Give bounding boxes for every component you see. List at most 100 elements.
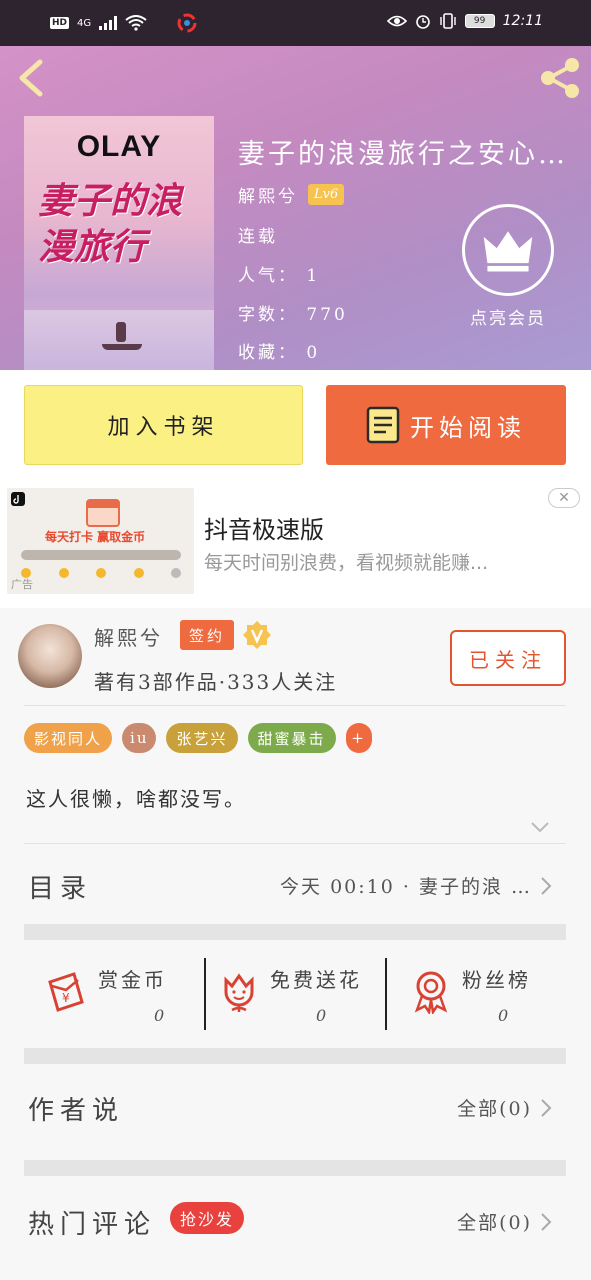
author-say-label: 作者说	[28, 1096, 125, 1126]
share-icon[interactable]	[537, 56, 583, 100]
status-left: HD 4G	[50, 13, 197, 33]
send-flower-label: 免费送花	[270, 968, 362, 992]
book-status: 连载	[238, 227, 278, 247]
fan-ranking-count: 0	[498, 1006, 509, 1025]
section-gap	[24, 1048, 566, 1064]
network-type: 4G	[77, 17, 92, 29]
ad-description[interactable]: 每天时间别浪费，看视频就能赚...	[204, 548, 544, 575]
author-say-row[interactable]: 作者说 全部(0)	[24, 1064, 566, 1154]
signal-icon	[99, 16, 118, 30]
app-notification-icon	[177, 13, 197, 33]
signed-badge: 签约	[180, 620, 234, 650]
stats-row: ¥ 赏金币 0 免费送花 0 粉丝榜 0	[24, 940, 566, 1048]
hot-comments-row[interactable]: 热门评论 抢沙发 全部(0)	[24, 1178, 566, 1268]
cover-title: 妻子的浪漫旅行	[38, 180, 183, 268]
hot-comments-all[interactable]: 全部(0)	[457, 1208, 552, 1235]
start-reading-button[interactable]: 开始阅读	[326, 385, 566, 465]
divider	[24, 705, 566, 706]
follow-button[interactable]: 已关注	[450, 630, 566, 686]
battery-icon: 99	[464, 14, 495, 28]
ad-image-dots	[21, 568, 181, 578]
clock: 12:11	[502, 13, 543, 29]
back-arrow-icon[interactable]	[14, 58, 48, 98]
red-envelope-icon: ¥	[48, 972, 84, 1012]
eye-icon	[386, 15, 407, 27]
hot-comments-label: 热门评论	[28, 1210, 157, 1240]
send-flower-button[interactable]: 免费送花 0	[216, 958, 386, 1032]
crown-icon[interactable]	[462, 204, 554, 296]
cover-boat	[102, 344, 142, 350]
start-reading-label: 开始阅读	[410, 413, 526, 442]
chevron-right-icon	[541, 1098, 552, 1117]
author-bio: 这人很懒，啥都没写。	[26, 787, 246, 811]
tag-item[interactable]: iu	[122, 723, 157, 753]
stat-divider	[204, 958, 206, 1030]
author-name[interactable]: 解熙兮	[94, 622, 163, 651]
stat-divider	[385, 958, 387, 1030]
cover-brand: OLAY	[76, 130, 162, 163]
fan-ranking-label: 粉丝榜	[462, 968, 531, 992]
author-works: 著有3部作品·333人关注	[94, 670, 338, 694]
first-comment-badge[interactable]: 抢沙发	[170, 1202, 245, 1234]
reward-coins-count: 0	[154, 1006, 165, 1025]
ad-image[interactable]: 每天打卡 赢取金币 广告	[7, 488, 194, 594]
ad-dot	[133, 568, 144, 578]
catalog-row[interactable]: 目录 今天 00:10 · 妻子的浪 …	[24, 846, 566, 926]
author-tags: 影视同人 iu 张艺兴 甜蜜暴击 +	[24, 723, 372, 753]
author-say-count: 全部(0)	[457, 1098, 532, 1120]
book-word-count: 字数： 770	[238, 305, 348, 325]
tiktok-icon	[11, 492, 25, 506]
action-bar: 加入书架 开始阅读	[0, 370, 591, 478]
calendar-icon	[86, 499, 120, 527]
ad-dot	[171, 568, 181, 578]
detail-section: 解熙兮 签约 著有3部作品·333人关注 已关注 影视同人 iu 张艺兴 甜蜜暴…	[0, 608, 591, 1280]
ad-banner[interactable]: 每天打卡 赢取金币 广告 抖音极速版 每天时间别浪费，看视频就能赚... ✕	[0, 478, 591, 608]
level-badge: Lv6	[308, 184, 345, 205]
hd-indicator: HD	[50, 17, 70, 29]
status-right: 99 12:11	[386, 13, 543, 29]
tag-item[interactable]: 张艺兴	[166, 723, 238, 753]
add-tag-button[interactable]: +	[345, 723, 372, 753]
chevron-down-icon[interactable]	[530, 820, 550, 834]
book-title: 妻子的浪漫旅行之安心…	[238, 139, 568, 170]
catalog-latest: 今天 00:10 · 妻子的浪 …	[280, 872, 552, 899]
section-gap	[24, 924, 566, 940]
chevron-right-icon	[541, 1212, 552, 1231]
verified-icon	[243, 621, 271, 649]
alarm-icon	[415, 15, 430, 29]
author-avatar[interactable]	[18, 624, 82, 688]
book-header: OLAY 妻子的浪漫旅行 妻子的浪漫旅行之安心… 解熙兮 Lv6 连载 人气： …	[0, 46, 591, 370]
chevron-right-icon	[541, 876, 552, 895]
wifi-icon	[125, 15, 147, 31]
ad-close-button[interactable]: ✕	[548, 488, 580, 508]
ad-title[interactable]: 抖音极速版	[204, 510, 324, 545]
add-to-shelf-button[interactable]: 加入书架	[24, 385, 303, 465]
divider	[24, 843, 566, 844]
vip-label[interactable]: 点亮会员	[452, 304, 564, 329]
book-icon	[366, 406, 400, 444]
ad-tag: 广告	[11, 578, 33, 591]
book-author[interactable]: 解熙兮	[238, 182, 298, 207]
medal-icon	[414, 971, 448, 1014]
fan-ranking-button[interactable]: 粉丝榜 0	[408, 958, 566, 1032]
reward-coins-label: 赏金币	[98, 968, 167, 992]
svg-text:¥: ¥	[62, 991, 70, 1005]
cover-couple	[116, 322, 126, 342]
latest-chapter: 今天 00:10 · 妻子的浪 …	[280, 876, 532, 898]
ad-image-banner: 每天打卡 赢取金币	[45, 530, 146, 544]
book-popularity: 人气： 1	[238, 266, 321, 286]
section-gap	[24, 1160, 566, 1176]
ad-dot	[96, 568, 106, 578]
book-cover[interactable]: OLAY 妻子的浪漫旅行	[24, 116, 214, 370]
ad-image-bar	[21, 550, 181, 560]
vibrate-icon	[439, 13, 456, 29]
author-say-all[interactable]: 全部(0)	[457, 1094, 552, 1121]
flower-icon	[224, 973, 254, 1012]
book-author-line: 解熙兮 Lv6	[238, 182, 345, 207]
send-flower-count: 0	[316, 1006, 327, 1025]
tag-item[interactable]: 影视同人	[24, 723, 113, 753]
hot-comments-count: 全部(0)	[457, 1212, 532, 1234]
reward-coins-button[interactable]: ¥ 赏金币 0	[44, 958, 204, 1032]
tag-item[interactable]: 甜蜜暴击	[247, 723, 336, 753]
ad-dot	[58, 568, 69, 578]
